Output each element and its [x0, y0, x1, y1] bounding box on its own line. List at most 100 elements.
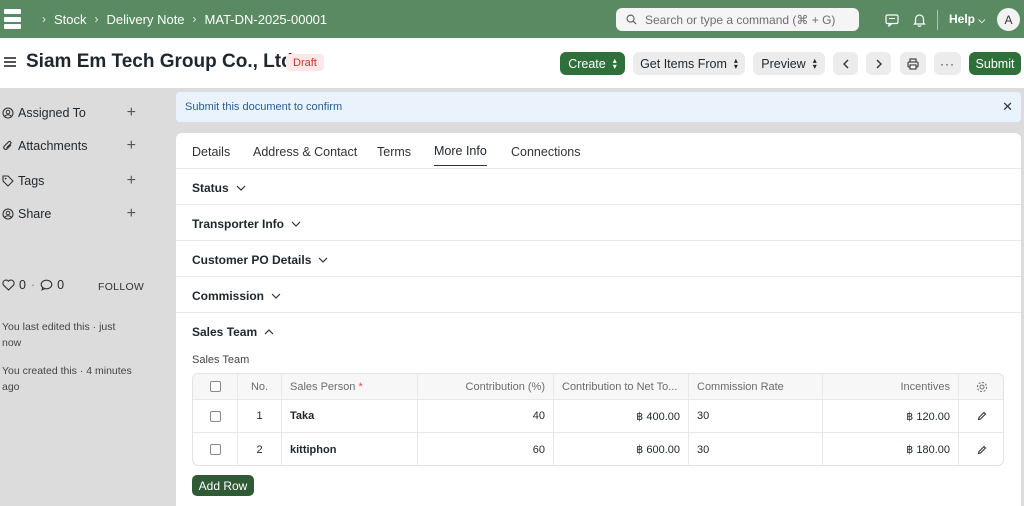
created-note: You created this · 4 minutes ago: [2, 365, 132, 393]
section-status[interactable]: Status: [176, 169, 1021, 205]
preview-button[interactable]: Preview ▴ ▾: [753, 52, 825, 75]
plus-icon[interactable]: +: [127, 137, 136, 155]
column-header-sales-person: Sales Person *: [282, 374, 418, 399]
tab-address-contact[interactable]: Address & Contact: [253, 145, 357, 159]
row-edit-cell: [959, 400, 1003, 432]
printer-icon: [907, 57, 919, 70]
sidebar-item-share[interactable]: Share +: [2, 205, 136, 223]
cell-contribution-net: ฿ 600.00: [554, 433, 689, 465]
column-label: Sales Person: [290, 380, 356, 393]
chevron-down-icon: ⌵: [978, 15, 986, 25]
cell-contribution-net: ฿ 400.00: [554, 400, 689, 432]
sidebar-item-tags[interactable]: Tags +: [2, 172, 136, 190]
breadcrumb-stock[interactable]: Stock: [54, 12, 87, 27]
row-checkbox[interactable]: [209, 444, 221, 455]
comment-icon[interactable]: [40, 279, 53, 291]
chat-icon[interactable]: [883, 11, 901, 29]
sidebar-item-label: Share: [18, 207, 52, 221]
chevron-down-icon: [291, 221, 301, 227]
chevron-up-icon: [264, 329, 274, 335]
sidebar-item-label: Attachments: [18, 139, 88, 153]
sidebar-item-label: Tags: [18, 174, 45, 188]
status-badge: Draft: [286, 54, 324, 71]
ellipsis-icon: ···: [940, 56, 955, 71]
heart-icon[interactable]: [2, 279, 15, 291]
page-header: Siam Em Tech Group Co., Ltd. Draft Creat…: [0, 38, 1024, 88]
bell-icon[interactable]: [910, 11, 928, 29]
plus-icon[interactable]: +: [127, 104, 136, 122]
cell-contribution[interactable]: 60: [418, 433, 554, 465]
section-transporter-info[interactable]: Transporter Info: [176, 205, 1021, 241]
help-dropdown[interactable]: Help ⌵: [949, 12, 985, 26]
create-label: Create: [568, 56, 606, 71]
print-button[interactable]: [900, 52, 926, 75]
paperclip-icon: [3, 140, 12, 150]
section-title: Sales Team: [192, 325, 258, 339]
share-icon: [2, 208, 14, 220]
add-row-button[interactable]: Add Row: [192, 475, 254, 496]
close-icon[interactable]: ✕: [1002, 99, 1013, 115]
next-button[interactable]: [866, 52, 891, 75]
cell-no: 2: [238, 433, 282, 465]
previous-button[interactable]: [833, 52, 858, 75]
sidebar-item-assigned-to[interactable]: Assigned To +: [2, 104, 136, 122]
follow-button[interactable]: FOLLOW: [98, 281, 144, 293]
chevron-right-icon: ›: [192, 12, 197, 26]
edit-icon[interactable]: [977, 445, 987, 455]
tab-details[interactable]: Details: [192, 145, 230, 159]
select-all-checkbox[interactable]: [209, 381, 221, 392]
gear-icon[interactable]: [976, 381, 988, 393]
section-commission[interactable]: Commission: [176, 277, 1021, 313]
tag-icon: [2, 175, 14, 187]
dot-separator: ·: [30, 278, 36, 292]
plus-icon[interactable]: +: [127, 205, 136, 223]
row-select-cell: [193, 433, 238, 465]
tab-terms[interactable]: Terms: [377, 145, 411, 159]
navbar: › Stock › Delivery Note › MAT-DN-2025-00…: [0, 0, 1024, 38]
table-row[interactable]: 1 Taka 40 ฿ 400.00 30 ฿ 120.00: [193, 400, 1003, 433]
submit-button[interactable]: Submit: [969, 52, 1021, 75]
more-options-button[interactable]: ···: [934, 52, 961, 75]
breadcrumb-document[interactable]: MAT-DN-2025-00001: [205, 12, 328, 27]
section-sales-team[interactable]: Sales Team: [176, 313, 1021, 349]
help-label: Help: [949, 12, 976, 26]
chevron-right-icon: [876, 59, 882, 68]
cell-incentives[interactable]: ฿ 120.00: [823, 400, 959, 432]
section-customer-po-details[interactable]: Customer PO Details: [176, 241, 1021, 277]
chevron-right-icon: ›: [94, 12, 99, 26]
submit-alert: Submit this document to confirm ✕: [176, 92, 1021, 122]
avatar[interactable]: A: [997, 8, 1020, 31]
tab-more-info[interactable]: More Info: [434, 144, 487, 166]
cell-sales-person[interactable]: Taka: [282, 400, 418, 432]
updown-icon: ▴ ▾: [733, 55, 738, 71]
select-all-cell: [193, 374, 238, 399]
section-title: Transporter Info: [192, 217, 285, 231]
table-row[interactable]: 2 kittiphon 60 ฿ 600.00 30 ฿ 180.00: [193, 433, 1003, 465]
tab-connections[interactable]: Connections: [511, 145, 581, 159]
get-items-from-button[interactable]: Get Items From ▴ ▾: [633, 52, 745, 75]
edit-icon[interactable]: [977, 411, 987, 421]
breadcrumb: › Stock › Delivery Note › MAT-DN-2025-00…: [34, 0, 327, 38]
cell-incentives[interactable]: ฿ 180.00: [823, 433, 959, 465]
app-logo-icon[interactable]: [4, 9, 21, 29]
updown-icon: ▴ ▾: [812, 55, 817, 71]
search-input[interactable]: Search or type a command (⌘ + G): [616, 8, 859, 31]
last-edited-note: You last edited this · just now: [2, 321, 116, 349]
menu-icon[interactable]: [4, 57, 16, 67]
create-button[interactable]: Create ▴ ▾: [560, 52, 625, 75]
row-checkbox[interactable]: [209, 410, 221, 422]
plus-icon[interactable]: +: [127, 172, 136, 190]
cell-sales-person[interactable]: kittiphon: [282, 433, 418, 465]
chevron-down-icon: [271, 293, 281, 299]
sidebar-item-attachments[interactable]: Attachments +: [2, 137, 136, 155]
updown-icon: ▴ ▾: [612, 55, 617, 71]
form-card: Details Address & Contact Terms More Inf…: [176, 133, 1021, 506]
column-header-contribution-net: Contribution to Net To...: [554, 374, 689, 399]
cell-contribution[interactable]: 40: [418, 400, 554, 432]
alert-message: Submit this document to confirm: [185, 101, 343, 113]
row-edit-cell: [959, 433, 1003, 465]
cell-commission-rate: 30: [689, 433, 823, 465]
sales-team-table: No. Sales Person * Contribution (%) Contr…: [192, 373, 1004, 466]
breadcrumb-delivery-note[interactable]: Delivery Note: [107, 12, 185, 27]
sales-team-field-label: Sales Team: [192, 354, 250, 366]
